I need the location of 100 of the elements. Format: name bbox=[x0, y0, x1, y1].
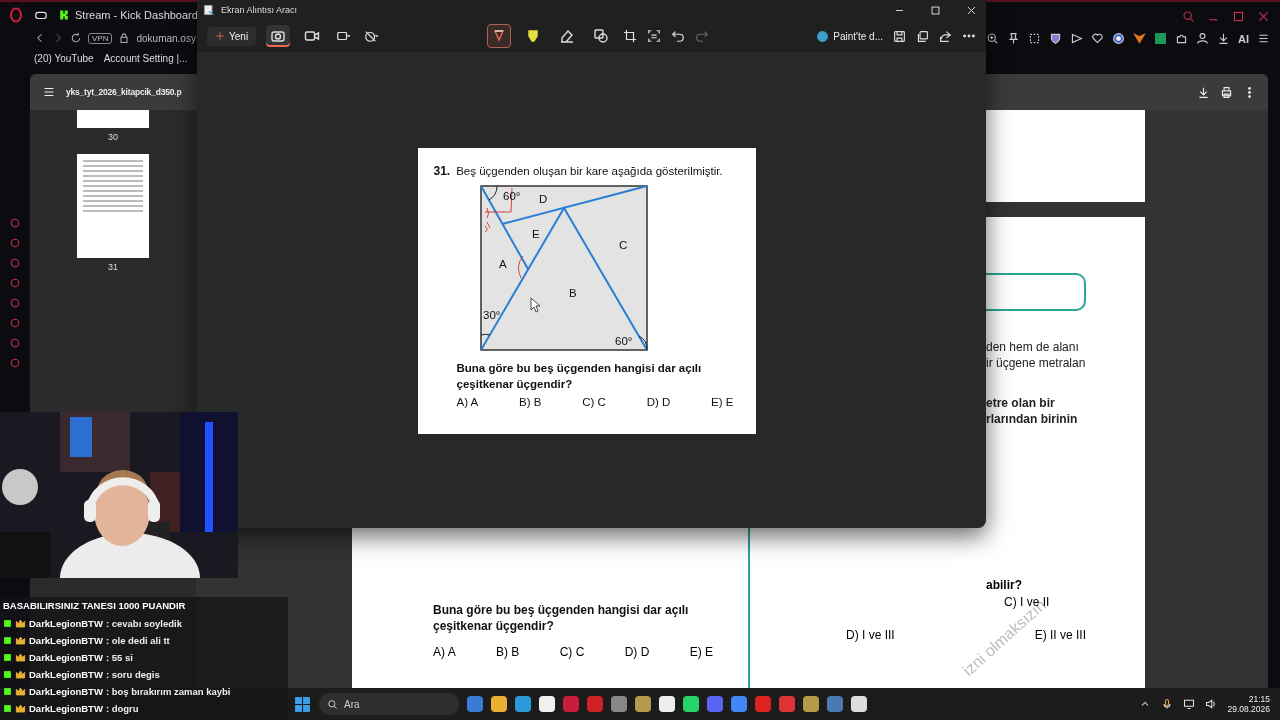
crown-badge-icon bbox=[15, 634, 26, 646]
answer-option: C) C bbox=[559, 645, 585, 659]
answer-option: B) B bbox=[519, 396, 542, 408]
chat-username[interactable]: DarkLegionBTW bbox=[29, 668, 103, 680]
maximize-icon[interactable] bbox=[929, 4, 941, 16]
app-icon[interactable] bbox=[851, 696, 867, 712]
fox-icon[interactable] bbox=[1133, 32, 1146, 45]
browser-tab[interactable]: Stream - Kick Dashboard bbox=[58, 9, 198, 21]
text-scan-icon[interactable] bbox=[647, 29, 662, 43]
profile-icon[interactable] bbox=[1196, 32, 1209, 45]
bookmark-link[interactable]: Account Setting |... bbox=[103, 52, 188, 64]
shield-icon[interactable] bbox=[1049, 32, 1062, 45]
question-text: abilir? bbox=[986, 578, 1022, 592]
page-number: 31 bbox=[108, 262, 118, 272]
kick-logo-icon bbox=[58, 9, 70, 21]
diagram-label: B bbox=[568, 287, 577, 299]
answer-option: D) D bbox=[646, 396, 671, 408]
opera-logo-icon[interactable] bbox=[8, 7, 24, 23]
new-button[interactable]: Yeni bbox=[207, 26, 257, 46]
app-icon[interactable] bbox=[587, 696, 603, 712]
pin-icon[interactable] bbox=[1007, 32, 1020, 45]
plus-icon bbox=[215, 31, 225, 41]
app-icon[interactable] bbox=[779, 696, 795, 712]
app-icon[interactable] bbox=[467, 696, 483, 712]
send-icon[interactable] bbox=[1070, 32, 1083, 45]
app-icon[interactable] bbox=[827, 696, 843, 712]
undo-icon[interactable] bbox=[671, 29, 686, 43]
chat-username[interactable]: DarkLegionBTW bbox=[29, 617, 103, 629]
diagram-label: 30° bbox=[482, 309, 500, 321]
app-icon[interactable] bbox=[563, 696, 579, 712]
chat-message: BASABILIRSINIZ TANESI 1000 PUANDIR bbox=[3, 599, 187, 613]
print-icon[interactable] bbox=[1220, 85, 1233, 99]
app-icon[interactable] bbox=[659, 696, 675, 712]
app-icon[interactable] bbox=[731, 696, 747, 712]
app-icon[interactable] bbox=[491, 696, 507, 712]
chat-username[interactable]: DarkLegionBTW bbox=[29, 634, 103, 646]
reload-icon[interactable] bbox=[70, 32, 82, 44]
answer-option: D) D bbox=[624, 645, 650, 659]
palette-icon bbox=[816, 29, 830, 43]
page-thumbnail[interactable] bbox=[77, 110, 149, 128]
network-icon[interactable] bbox=[1183, 698, 1196, 710]
snipping-tool-icon bbox=[203, 4, 215, 16]
question-prompt: Buna göre bu beş üçgenden hangisi dar açılı çeşitkenar üçgendir? bbox=[456, 361, 703, 392]
search-icon bbox=[327, 698, 338, 710]
crop-icon[interactable] bbox=[623, 29, 638, 43]
question-prompt: Buna göre bu beş üçgenden hangisi dar açılı çeşitkenar üçgendir? bbox=[433, 602, 690, 634]
share-icon[interactable] bbox=[939, 29, 952, 43]
microphone-icon[interactable] bbox=[1161, 698, 1174, 710]
zoom-icon[interactable] bbox=[986, 32, 999, 45]
clock[interactable]: 21:15 29.08.2026 bbox=[1227, 694, 1270, 714]
app-icon[interactable] bbox=[515, 696, 531, 712]
search-icon[interactable] bbox=[1182, 10, 1195, 23]
app-icon[interactable] bbox=[611, 696, 627, 712]
copy-icon[interactable] bbox=[916, 29, 929, 43]
app-icon[interactable] bbox=[539, 696, 555, 712]
question-number: 31. bbox=[433, 164, 451, 178]
windows-logo-icon[interactable] bbox=[294, 695, 311, 713]
heart-icon[interactable] bbox=[1091, 32, 1104, 45]
crown-badge-icon bbox=[15, 702, 26, 714]
search-field[interactable]: Ara bbox=[319, 693, 459, 715]
app-icon[interactable] bbox=[683, 696, 699, 712]
pdf-file-name: yks_tyt_2026_kitapcik_d350.p bbox=[66, 87, 182, 97]
page-thumbnail[interactable] bbox=[77, 154, 149, 258]
chat-username[interactable]: DarkLegionBTW bbox=[29, 651, 103, 663]
redo-icon[interactable] bbox=[695, 29, 710, 43]
maximize-icon[interactable] bbox=[1232, 10, 1245, 23]
address-bar[interactable]: dokuman.osy bbox=[136, 32, 196, 44]
app-icon[interactable] bbox=[635, 696, 651, 712]
chat-message: : soru degis bbox=[105, 668, 160, 680]
answer-option: A) A bbox=[433, 645, 456, 659]
paint-button[interactable]: Paint'te d... bbox=[816, 29, 883, 43]
chat-username[interactable]: DarkLegionBTW bbox=[29, 702, 103, 714]
question-text: rlarından birinin bbox=[986, 411, 1078, 427]
menu-icon[interactable] bbox=[42, 85, 56, 99]
calendar-icon[interactable] bbox=[1154, 32, 1167, 45]
menu-icon[interactable] bbox=[1257, 32, 1270, 45]
ai-button[interactable]: AI bbox=[1238, 32, 1249, 45]
selection-icon[interactable] bbox=[1028, 32, 1041, 45]
window-title: Ekran Alıntısı Aracı bbox=[221, 5, 298, 15]
no-timer-icon[interactable] bbox=[362, 29, 381, 43]
crown-badge-icon bbox=[15, 685, 26, 697]
download-icon[interactable] bbox=[1217, 32, 1230, 45]
diagram-label: C bbox=[618, 239, 627, 251]
diagram-label: E bbox=[531, 228, 540, 240]
answer-option: D) I ve III bbox=[846, 628, 895, 642]
app-icon[interactable] bbox=[755, 696, 771, 712]
vpn-badge[interactable]: VPN bbox=[88, 32, 113, 44]
ring-icon[interactable] bbox=[1112, 32, 1125, 45]
chat-username[interactable]: DarkLegionBTW bbox=[29, 685, 103, 697]
question-text: Beş üçgenden oluşan bir kare aşağıda gösterilmiştir. bbox=[456, 165, 723, 177]
app-icon[interactable] bbox=[707, 696, 723, 712]
close-icon[interactable] bbox=[965, 4, 977, 16]
crown-badge-icon bbox=[15, 617, 26, 629]
page-number: 30 bbox=[108, 132, 118, 142]
question-text: etre olan bir bbox=[986, 395, 1056, 411]
save-icon[interactable] bbox=[893, 29, 906, 43]
speaker-icon[interactable] bbox=[1205, 698, 1218, 710]
bookmark-link[interactable]: (20) YouTube bbox=[34, 52, 94, 64]
app-icon[interactable] bbox=[803, 696, 819, 712]
rectangle-mode-icon[interactable] bbox=[334, 29, 353, 43]
